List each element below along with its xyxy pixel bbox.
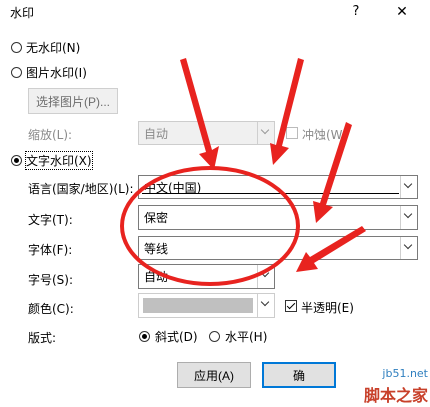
annotation-ellipse bbox=[120, 166, 300, 286]
annotation-arrow-3 bbox=[313, 122, 352, 223]
site-watermark: jb51.net 脚本之家 bbox=[364, 367, 428, 406]
site-watermark-name: 脚本之家 bbox=[363, 386, 428, 405]
annotation-arrow-1 bbox=[180, 58, 219, 170]
annotation-arrow-2 bbox=[270, 58, 304, 165]
annotation-arrow-4 bbox=[296, 226, 366, 272]
annotation-overlay bbox=[120, 58, 366, 286]
watermark-dialog: 水印 ? ✕ 无水印(N) 图片水印(I) 选择图片(P)... 缩放(L): … bbox=[0, 0, 430, 407]
site-watermark-url: jb51.net bbox=[382, 367, 428, 380]
